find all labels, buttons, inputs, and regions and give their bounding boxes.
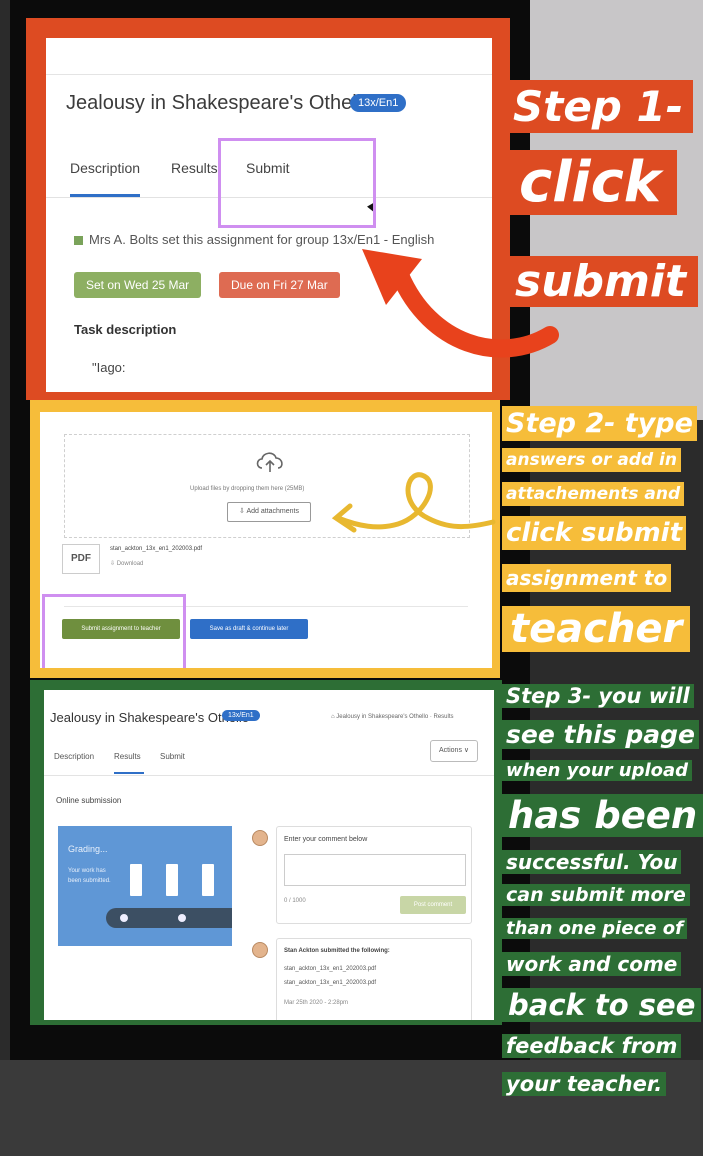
- submitted-time: Mar 25th 2020 - 2:28pm: [284, 1000, 349, 1006]
- download-link[interactable]: ⇩ Download: [110, 560, 143, 567]
- grading-subtitle: Your work has been submitted.: [68, 868, 111, 884]
- avatar: [252, 830, 268, 846]
- assignment-title: Jealousy in Shakespeare's Othello: [50, 710, 250, 725]
- submitted-file-link[interactable]: stan_ackton_13x_en1_202003.pdf: [284, 980, 376, 986]
- top-divider: [46, 74, 492, 75]
- group-color-icon: [74, 236, 83, 246]
- add-attachments-button[interactable]: ⇩ Add attachments: [227, 502, 311, 522]
- download-label: Download: [116, 561, 144, 567]
- grading-illustration: Grading... Your work has been submitted.: [58, 826, 232, 946]
- group-badge: 13x/En1: [222, 710, 260, 721]
- paper-icon: [202, 864, 214, 896]
- step1-caption-line2: click: [503, 150, 678, 215]
- pdf-file-icon: PDF: [62, 544, 100, 574]
- due-date-badge: Due on Fri 27 Mar: [219, 272, 340, 298]
- wheel-icon: [118, 912, 130, 924]
- step3-screenshot: Jealousy in Shakespeare's Othello 13x/En…: [44, 690, 494, 1020]
- breadcrumb: ⌂ Jealousy in Shakespeare's Othello · Re…: [331, 714, 454, 720]
- step3-caption-line3: when your upload: [502, 760, 693, 781]
- paper-icon: [166, 864, 178, 896]
- yellow-loop-arrow-icon: [331, 472, 496, 533]
- active-tab-underline: [114, 772, 144, 774]
- step3-caption-line4: has been: [502, 794, 703, 837]
- online-submission-heading: Online submission: [56, 796, 122, 805]
- tab-results[interactable]: Results: [171, 160, 218, 176]
- step3-caption-line7: than one piece of: [502, 918, 687, 939]
- cloud-upload-icon: [256, 452, 283, 472]
- save-draft-button[interactable]: Save as draft & continue later: [190, 619, 308, 639]
- post-comment-button[interactable]: Post comment: [400, 896, 466, 914]
- grading-title: Grading...: [68, 844, 108, 854]
- character-count: 0 / 1000: [284, 898, 306, 904]
- set-date-badge: Set on Wed 25 Mar: [74, 272, 202, 298]
- step2-caption-line4: click submit: [502, 516, 687, 550]
- comment-label: Enter your comment below: [284, 836, 368, 843]
- step3-caption-line9: back to see: [502, 988, 702, 1022]
- submitted-file-link[interactable]: stan_ackton_13x_en1_202003.pdf: [284, 966, 376, 972]
- step2-caption-line1: Step 2- type: [502, 406, 697, 441]
- step3-caption-line11: your teacher.: [502, 1072, 667, 1096]
- step2-caption-line3: attachements and: [502, 482, 685, 506]
- submit-tab-highlight: [218, 138, 376, 228]
- file-name: stan_ackton_13x_en1_202003.pdf: [110, 546, 203, 552]
- step3-caption-line5: successful. You: [502, 850, 682, 874]
- tab-description[interactable]: Description: [70, 160, 140, 176]
- assignment-title: Jealousy in Shakespeare's Othello: [66, 92, 373, 114]
- dropzone-text: Upload files by dropping them here (25MB…: [190, 486, 305, 492]
- task-description-text: "Iago:: [92, 360, 126, 375]
- add-attachments-label: Add attachments: [246, 508, 299, 515]
- step2-caption-line6: teacher: [502, 606, 691, 652]
- submit-button-highlight: [42, 594, 186, 668]
- group-badge: 13x/En1: [350, 94, 407, 112]
- step3-caption-line6: can submit more: [502, 884, 690, 906]
- step3-caption-line10: feedback from: [502, 1034, 682, 1058]
- tab-results[interactable]: Results: [114, 752, 141, 761]
- step3-caption-line8: work and come: [502, 952, 682, 976]
- step3-caption-line1: Step 3- you will: [502, 684, 694, 708]
- step1-caption-line3: submit: [503, 256, 698, 307]
- breadcrumb-text: Jealousy in Shakespeare's Othello · Resu…: [336, 714, 454, 720]
- tabs-divider: [44, 775, 494, 776]
- wheel-icon: [176, 912, 188, 924]
- step2-caption-line2: answers or add in: [502, 448, 681, 472]
- step1-caption-line1: Step 1-: [503, 80, 694, 133]
- comment-input[interactable]: [284, 854, 466, 886]
- submitted-heading: Stan Ackton submitted the following:: [284, 948, 390, 954]
- task-description-heading: Task description: [74, 322, 177, 337]
- actions-dropdown[interactable]: Actions ∨: [430, 740, 478, 762]
- paper-icon: [130, 864, 142, 896]
- tab-submit[interactable]: Submit: [160, 752, 185, 761]
- tab-description[interactable]: Description: [54, 752, 94, 761]
- avatar: [252, 942, 268, 958]
- step2-caption-line5: assignment to: [502, 564, 672, 592]
- step3-caption-line2: see this page: [502, 720, 700, 749]
